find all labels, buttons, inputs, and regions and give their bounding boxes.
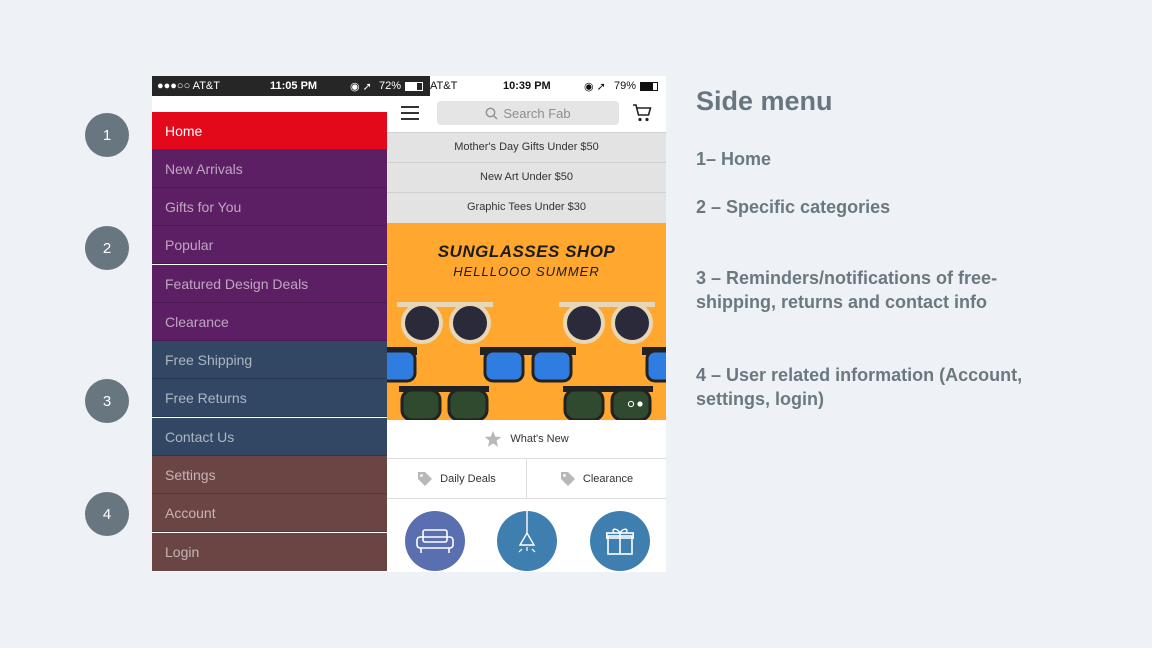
menu-item-home[interactable]: Home [152,112,387,150]
status-bar-left: ●●●○○ AT&T 11:05 PM ◉ ➚ 72% [152,76,430,96]
phone-screenshot: ●●●○○ AT&T 11:05 PM ◉ ➚ 72% Home New Arr… [152,76,666,572]
lamp-icon [518,511,536,553]
promo-row[interactable]: Mother's Day Gifts Under $50 [387,132,666,162]
promo-row[interactable]: Graphic Tees Under $30 [387,192,666,223]
location-icon: ◉ ➚ [350,81,372,93]
badge-4: 4 [85,492,129,536]
carrier-label: ●●●○○ AT&T [157,80,220,92]
tab-daily-deals[interactable]: Daily Deals [387,459,526,498]
search-icon [485,107,498,119]
annotation-4: 4 – User related information (Account, s… [696,365,1023,409]
battery-label: 72% [379,80,402,92]
side-menu: Home New Arrivals Gifts for You Popular … [152,76,387,572]
whats-new-button[interactable]: What's New [387,420,666,459]
tab-label: Clearance [582,472,634,485]
sunglasses-banner[interactable]: SUNGLASSES SHOP HELLLOOO SUMMER [387,223,666,420]
whats-new-label: What's New [510,433,569,445]
category-gifts-button[interactable] [590,511,650,571]
annotation-2: 2 – Specific categories [696,197,891,217]
cart-icon[interactable] [632,103,652,123]
tag-icon [418,471,433,486]
badge-1: 1 [85,113,129,157]
star-icon [485,431,502,447]
tag-icon [560,471,575,486]
menu-item-free-shipping[interactable]: Free Shipping [152,341,387,379]
sunglasses-illustration [387,302,666,420]
deals-tabs: Daily Deals Clearance [387,459,666,499]
battery-icon-right [640,82,658,91]
search-placeholder: Search Fab [503,105,571,121]
tab-label: Daily Deals [440,472,496,485]
menu-item-account[interactable]: Account [152,494,387,532]
battery-label-right: 79% [614,80,637,92]
menu-item-contact-us[interactable]: Contact Us [152,418,387,456]
clock-right: 10:39 PM [503,80,551,92]
location-icon-right: ◉ ➚ [584,81,606,93]
hamburger-menu-icon[interactable] [401,106,419,121]
menu-item-free-returns[interactable]: Free Returns [152,379,387,417]
menu-item-new-arrivals[interactable]: New Arrivals [152,150,387,188]
sofa-icon [416,529,454,553]
category-furniture-button[interactable] [405,511,465,571]
search-input[interactable]: Search Fab [437,101,619,125]
gift-icon [606,528,634,555]
annotation-3: 3 – Reminders/notifications of free-ship… [696,268,998,312]
menu-item-login[interactable]: Login [152,533,387,571]
annotation-1: 1– Home [696,149,772,169]
menu-item-popular[interactable]: Popular [152,226,387,264]
badge-3: 3 [85,379,129,423]
clock: 11:05 PM [270,80,318,92]
category-lighting-button[interactable] [497,511,557,571]
status-bar-right: AT&T 10:39 PM ◉ ➚ 79% [430,76,666,96]
tab-clearance[interactable]: Clearance [526,459,666,498]
badge-2: 2 [85,226,129,270]
menu-item-clearance[interactable]: Clearance [152,303,387,341]
app-navbar: Search Fab [387,96,666,132]
promo-row[interactable]: New Art Under $50 [387,162,666,192]
menu-item-settings[interactable]: Settings [152,456,387,494]
app-screen: AT&T 10:39 PM ◉ ➚ 79% Search Fab Mother'… [387,76,666,572]
carrier-label-right: AT&T [430,80,458,92]
battery-icon [405,82,423,91]
slide-heading: Side menu [696,86,833,116]
menu-item-featured-design-deals[interactable]: Featured Design Deals [152,265,387,303]
menu-item-gifts[interactable]: Gifts for You [152,188,387,226]
